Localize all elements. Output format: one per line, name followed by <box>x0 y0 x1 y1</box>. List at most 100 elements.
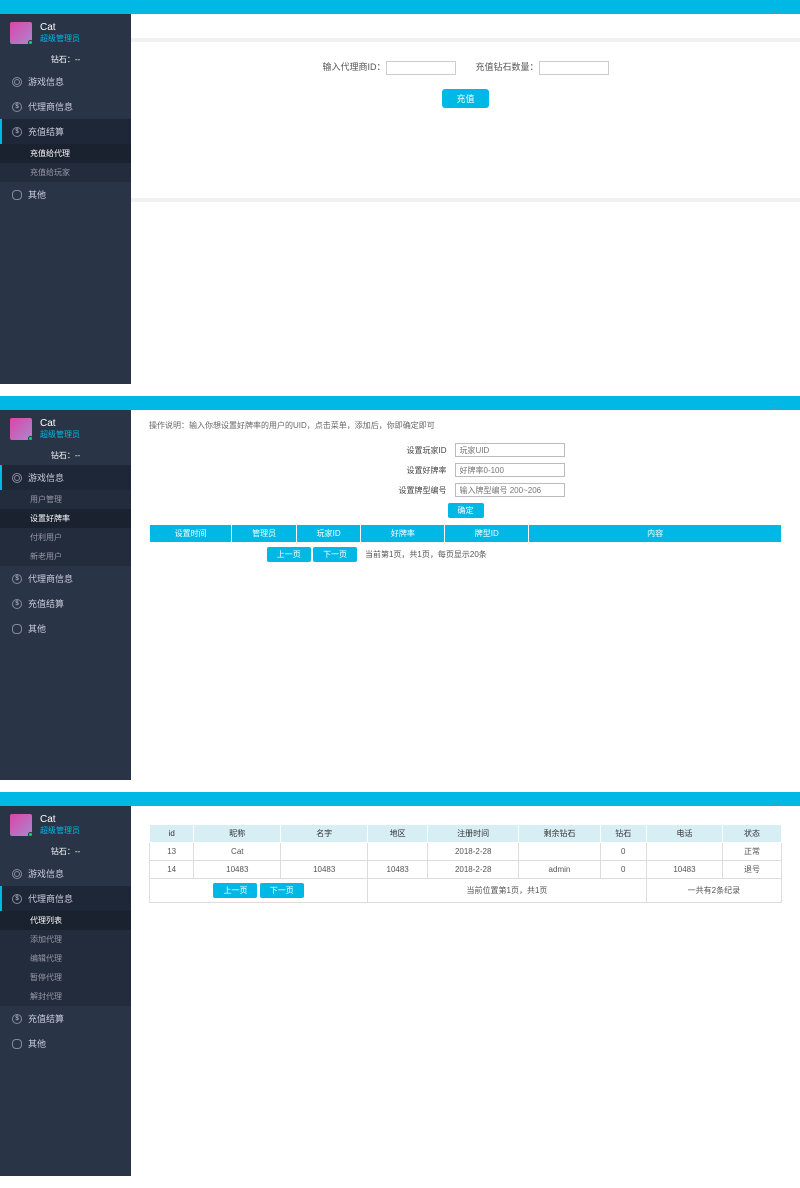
topbar <box>0 792 800 806</box>
sub-pause-agent[interactable]: 暂停代理 <box>0 968 131 987</box>
th-nick: 昵称 <box>194 825 281 843</box>
sub-user-mgmt[interactable]: 用户管理 <box>0 490 131 509</box>
sub-pay-user[interactable]: 付利用户 <box>0 528 131 547</box>
dollar-icon: $ <box>12 599 22 609</box>
cell-status[interactable]: 退号 <box>723 861 782 879</box>
sidebar: Cat 超级管理员 钻石：-- 游戏信息 用户管理 设置好牌率 付利用户 新老用… <box>0 410 131 780</box>
user-role: 超级管理员 <box>40 33 80 44</box>
th-region: 地区 <box>368 825 428 843</box>
cloud-icon <box>12 190 22 200</box>
content: 操作说明：输入你想设置好牌率的用户的UID，点击菜单，添加后，你即确定即可 设置… <box>131 410 800 780</box>
cell-status[interactable]: 正常 <box>723 843 782 861</box>
sub-agent-list[interactable]: 代理列表 <box>0 911 131 930</box>
cell-region <box>368 843 428 861</box>
balance: 钻石：-- <box>0 446 131 465</box>
content: id 昵称 名字 地区 注册时间 剩余钻石 钻石 电话 状态 13Cat2018… <box>131 806 800 1176</box>
topbar <box>0 396 800 410</box>
sub-recharge-player[interactable]: 充值给玩家 <box>0 163 131 182</box>
status-dot <box>28 40 33 45</box>
circle-icon: $ <box>12 574 22 584</box>
user-icon <box>12 473 22 483</box>
user-block: Cat 超级管理员 <box>0 806 131 842</box>
cell-id: 14 <box>150 861 194 879</box>
cloud-icon <box>12 624 22 634</box>
user-name: Cat <box>40 22 80 33</box>
avatar <box>10 418 32 440</box>
sub-unban-agent[interactable]: 解封代理 <box>0 987 131 1006</box>
sub-recharge-agent[interactable]: 充值给代理 <box>0 144 131 163</box>
agent-table: id 昵称 名字 地区 注册时间 剩余钻石 钻石 电话 状态 13Cat2018… <box>149 824 782 903</box>
th-playerid: 玩家ID <box>296 525 361 543</box>
diamond-qty-input[interactable] <box>539 61 609 75</box>
confirm-button[interactable]: 确定 <box>448 503 484 518</box>
sub-edit-agent[interactable]: 编辑代理 <box>0 949 131 968</box>
cell-phone <box>646 843 722 861</box>
pager-row: 上一页 下一页 当前位置第1页，共1页 一共有2条纪录 <box>150 879 782 903</box>
table-header: 设置时间 管理员 玩家ID 好牌率 牌型ID 内容 <box>150 525 782 543</box>
nav-other[interactable]: 其他 <box>0 616 131 641</box>
balance: 钻石：-- <box>0 842 131 861</box>
log-table: 设置时间 管理员 玩家ID 好牌率 牌型ID 内容 上一页 下一页 当前第1页，… <box>149 524 782 566</box>
recharge-button[interactable]: 充值 <box>442 89 488 108</box>
table-row: 141048310483104832018-2-28admin010483退号 <box>150 861 782 879</box>
avatar <box>10 814 32 836</box>
th-admin: 管理员 <box>232 525 297 543</box>
sub-goodcard-rate[interactable]: 设置好牌率 <box>0 509 131 528</box>
user-icon <box>12 77 22 87</box>
nav-agent-info[interactable]: $代理商信息 <box>0 886 131 911</box>
content: 输入代理商ID： 充值钻石数量： 充值 <box>131 14 800 384</box>
th-content: 内容 <box>529 525 782 543</box>
cell-name: 10483 <box>281 861 368 879</box>
nav-agent-info[interactable]: $代理商信息 <box>0 94 131 119</box>
next-page-button[interactable]: 下一页 <box>260 883 304 898</box>
player-id-input[interactable] <box>455 443 565 457</box>
table-header: id 昵称 名字 地区 注册时间 剩余钻石 钻石 电话 状态 <box>150 825 782 843</box>
cardtype-label: 设置牌型编号 <box>367 485 447 496</box>
nav-game-info[interactable]: 游戏信息 <box>0 861 131 886</box>
nav-agent-info[interactable]: $代理商信息 <box>0 566 131 591</box>
prev-page-button[interactable]: 上一页 <box>213 883 257 898</box>
cell-time: 2018-2-28 <box>428 843 519 861</box>
status-dot <box>28 832 33 837</box>
panel-recharge: ⎋ Cat 超级管理员 钻石：-- 游戏信息 $代理商信息 $充值结算 充值给代… <box>0 0 800 384</box>
sub-nav: 充值给代理 充值给玩家 <box>0 144 131 182</box>
sidebar: Cat 超级管理员 钻石：-- 游戏信息 $代理商信息 $充值结算 充值给代理 … <box>0 14 131 384</box>
user-block: Cat 超级管理员 <box>0 14 131 50</box>
player-id-label: 设置玩家ID <box>367 445 447 456</box>
circle-icon: $ <box>12 894 22 904</box>
cell-name <box>281 843 368 861</box>
sidebar: Cat 超级管理员 钻石：-- 游戏信息 $代理商信息 代理列表 添加代理 编辑… <box>0 806 131 1176</box>
user-role: 超级管理员 <box>40 825 80 836</box>
cell-time: 2018-2-28 <box>428 861 519 879</box>
status-dot <box>28 436 33 441</box>
agent-id-input[interactable] <box>386 61 456 75</box>
cell-nick: 10483 <box>194 861 281 879</box>
cell-diamond: 0 <box>600 861 646 879</box>
th-phone: 电话 <box>646 825 722 843</box>
nav-game-info[interactable]: 游戏信息 <box>0 69 131 94</box>
nav-recharge[interactable]: $充值结算 <box>0 591 131 616</box>
nav-other[interactable]: 其他 <box>0 1031 131 1056</box>
agent-id-label: 输入代理商ID： <box>322 62 385 72</box>
nav-other[interactable]: 其他 <box>0 182 131 207</box>
divider <box>131 38 800 42</box>
prev-page-button[interactable]: 上一页 <box>267 547 311 562</box>
user-icon <box>12 869 22 879</box>
nav-recharge[interactable]: $充值结算 <box>0 1006 131 1031</box>
user-name: Cat <box>40 814 80 825</box>
goodrate-input[interactable] <box>455 463 565 477</box>
sub-new-old-user[interactable]: 新老用户 <box>0 547 131 566</box>
cardtype-input[interactable] <box>455 483 565 497</box>
nav-game-info[interactable]: 游戏信息 <box>0 465 131 490</box>
th-name: 名字 <box>281 825 368 843</box>
pager-info: 当前第1页，共1页，每页显示20条 <box>361 543 782 567</box>
user-block: Cat 超级管理员 <box>0 410 131 446</box>
cell-id: 13 <box>150 843 194 861</box>
nav-recharge[interactable]: $充值结算 <box>0 119 131 144</box>
next-page-button[interactable]: 下一页 <box>313 547 357 562</box>
hint-text: 操作说明：输入你想设置好牌率的用户的UID，点击菜单，添加后，你即确定即可 <box>149 420 782 431</box>
sub-add-agent[interactable]: 添加代理 <box>0 930 131 949</box>
avatar <box>10 22 32 44</box>
dollar-icon: $ <box>12 1014 22 1024</box>
diamond-qty-label: 充值钻石数量： <box>476 62 539 72</box>
